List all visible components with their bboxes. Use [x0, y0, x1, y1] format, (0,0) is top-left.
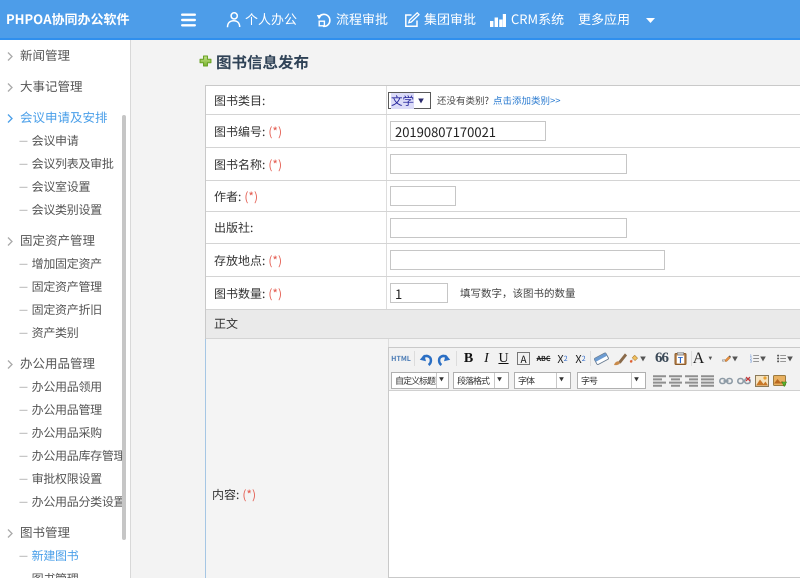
svg-text:T: T: [678, 356, 683, 365]
svg-text:a: a: [722, 357, 725, 363]
svg-text:3: 3: [750, 360, 752, 364]
